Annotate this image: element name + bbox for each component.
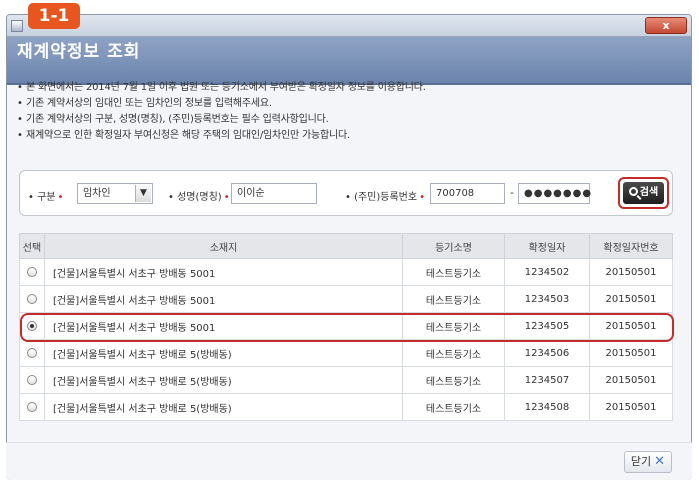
date-cell: 1234508: [504, 393, 590, 421]
notice-item: • 본 화면에서는 2014년 7월 1일 이후 법원 또는 등기소에서 부여받은…: [17, 82, 426, 93]
page-title: 재계약정보 조회: [17, 42, 141, 62]
notice-item: • 재계약으로 인한 확정일자 부여신청은 해당 주택의 임대인/임차인만 가능합…: [17, 130, 350, 141]
search-button[interactable]: 검색: [623, 182, 664, 204]
registry-cell: 테스트등기소: [402, 312, 505, 340]
notice-list: • 본 화면에서는 2014년 7월 1일 이후 법원 또는 등기소에서 부여받은…: [17, 80, 426, 144]
window-icon: [11, 20, 23, 32]
type-select-value: 임차인: [83, 188, 111, 199]
close-button-label: 닫기: [630, 455, 652, 468]
chevron-down-icon: ▼: [135, 185, 151, 202]
select-radio[interactable]: [27, 293, 37, 304]
date-cell: 1234502: [504, 258, 590, 286]
select-radio[interactable]: [27, 401, 37, 412]
column-header: 확정일자번호: [589, 233, 673, 259]
search-button-highlight: 검색: [618, 177, 669, 209]
search-button-label: 검색: [639, 187, 659, 198]
table-row[interactable]: [건물]서울특별시 서초구 방배로 5(방배동) 테스트등기소 1234507 …: [19, 366, 673, 394]
address-cell: [건물]서울특별시 서초구 방배로 5(방배동): [44, 339, 403, 367]
notice-text: 재계약으로 인한 확정일자 부여신청은 해당 주택의 임대인/임차인만 가능합니…: [26, 130, 350, 141]
address-cell: [건물]서울특별시 서초구 방배동 5001: [44, 258, 403, 286]
date-cell: 1234506: [504, 339, 590, 367]
titlebar: x: [7, 15, 691, 37]
select-cell[interactable]: [19, 393, 45, 421]
table-row[interactable]: [건물]서울특별시 서초구 방배동 5001 테스트등기소 1234505 20…: [19, 312, 673, 340]
table-row[interactable]: [건물]서울특별시 서초구 방배로 5(방배동) 테스트등기소 1234506 …: [19, 339, 673, 367]
date-cell: 1234505: [504, 312, 590, 340]
notice-text: 본 화면에서는 2014년 7월 1일 이후 법원 또는 등기소에서 부여받은 …: [26, 82, 426, 93]
select-cell[interactable]: [19, 258, 45, 286]
address-cell: [건물]서울특별시 서초구 방배동 5001: [44, 285, 403, 313]
number-cell: 20150501: [589, 393, 673, 421]
table-header-row: 선택 소재지 등기소명 확정일자 확정일자번호: [19, 233, 673, 259]
window-close-button[interactable]: x: [645, 17, 687, 34]
registry-cell: 테스트등기소: [402, 258, 505, 286]
close-button[interactable]: 닫기 ✕: [624, 451, 672, 473]
notice-item: • 기존 계약서상의 임대인 또는 임차인의 정보를 입력해주세요.: [17, 98, 272, 109]
notice-text: 기존 계약서상의 임대인 또는 임차인의 정보를 입력해주세요.: [26, 98, 272, 109]
date-cell: 1234507: [504, 366, 590, 394]
address-cell: [건물]서울특별시 서초구 방배동 5001: [44, 312, 403, 340]
id-label: • (주민)등록번호 •: [345, 192, 425, 203]
registry-cell: 테스트등기소: [402, 366, 505, 394]
id-separator: -: [510, 186, 514, 199]
number-cell: 20150501: [589, 339, 673, 367]
search-icon: [628, 187, 638, 196]
registry-cell: 테스트등기소: [402, 285, 505, 313]
results-table: 선택 소재지 등기소명 확정일자 확정일자번호 [건물]서울특별시 서초구 방배…: [19, 233, 673, 421]
id-back-input[interactable]: ●●●●●●●: [518, 183, 591, 204]
column-header: 확정일자: [504, 233, 590, 259]
table-row[interactable]: [건물]서울특별시 서초구 방배동 5001 테스트등기소 1234502 20…: [19, 258, 673, 286]
select-radio[interactable]: [27, 347, 37, 358]
notice-item: • 기존 계약서상의 구분, 성명(명칭), (주민)등록번호는 필수 입력사항입…: [17, 114, 329, 125]
column-header: 선택: [19, 233, 45, 259]
table-row[interactable]: [건물]서울특별시 서초구 방배동 5001 테스트등기소 1234503 20…: [19, 285, 673, 313]
search-panel: • 구분 • 임차인 ▼ • 성명(명칭) • 이이순 • (주민)등록번호 • 70…: [19, 170, 673, 216]
notice-text: 기존 계약서상의 구분, 성명(명칭), (주민)등록번호는 필수 입력사항입니…: [26, 114, 329, 125]
close-icon: ✕: [654, 454, 666, 469]
type-label: • 구분 •: [28, 192, 64, 203]
registry-cell: 테스트등기소: [402, 339, 505, 367]
name-label: • 성명(명칭) •: [168, 192, 230, 203]
column-header: 등기소명: [402, 233, 505, 259]
id-front-input[interactable]: 700708: [430, 183, 505, 204]
step-badge: 1-1: [28, 3, 80, 29]
name-input[interactable]: 이이순: [231, 183, 317, 204]
select-cell[interactable]: [19, 312, 45, 340]
type-select[interactable]: 임차인 ▼: [77, 183, 153, 204]
select-cell[interactable]: [19, 366, 45, 394]
number-cell: 20150501: [589, 285, 673, 313]
registry-cell: 테스트등기소: [402, 393, 505, 421]
column-header: 소재지: [44, 233, 403, 259]
address-cell: [건물]서울특별시 서초구 방배로 5(방배동): [44, 393, 403, 421]
select-cell[interactable]: [19, 339, 45, 367]
select-radio[interactable]: [27, 266, 37, 277]
select-radio[interactable]: [27, 374, 37, 385]
select-cell[interactable]: [19, 285, 45, 313]
table-row[interactable]: [건물]서울특별시 서초구 방배로 5(방배동) 테스트등기소 1234508 …: [19, 393, 673, 421]
number-cell: 20150501: [589, 366, 673, 394]
number-cell: 20150501: [589, 258, 673, 286]
number-cell: 20150501: [589, 312, 673, 340]
address-cell: [건물]서울특별시 서초구 방배로 5(방배동): [44, 366, 403, 394]
date-cell: 1234503: [504, 285, 590, 313]
select-radio-checked[interactable]: [27, 320, 37, 331]
